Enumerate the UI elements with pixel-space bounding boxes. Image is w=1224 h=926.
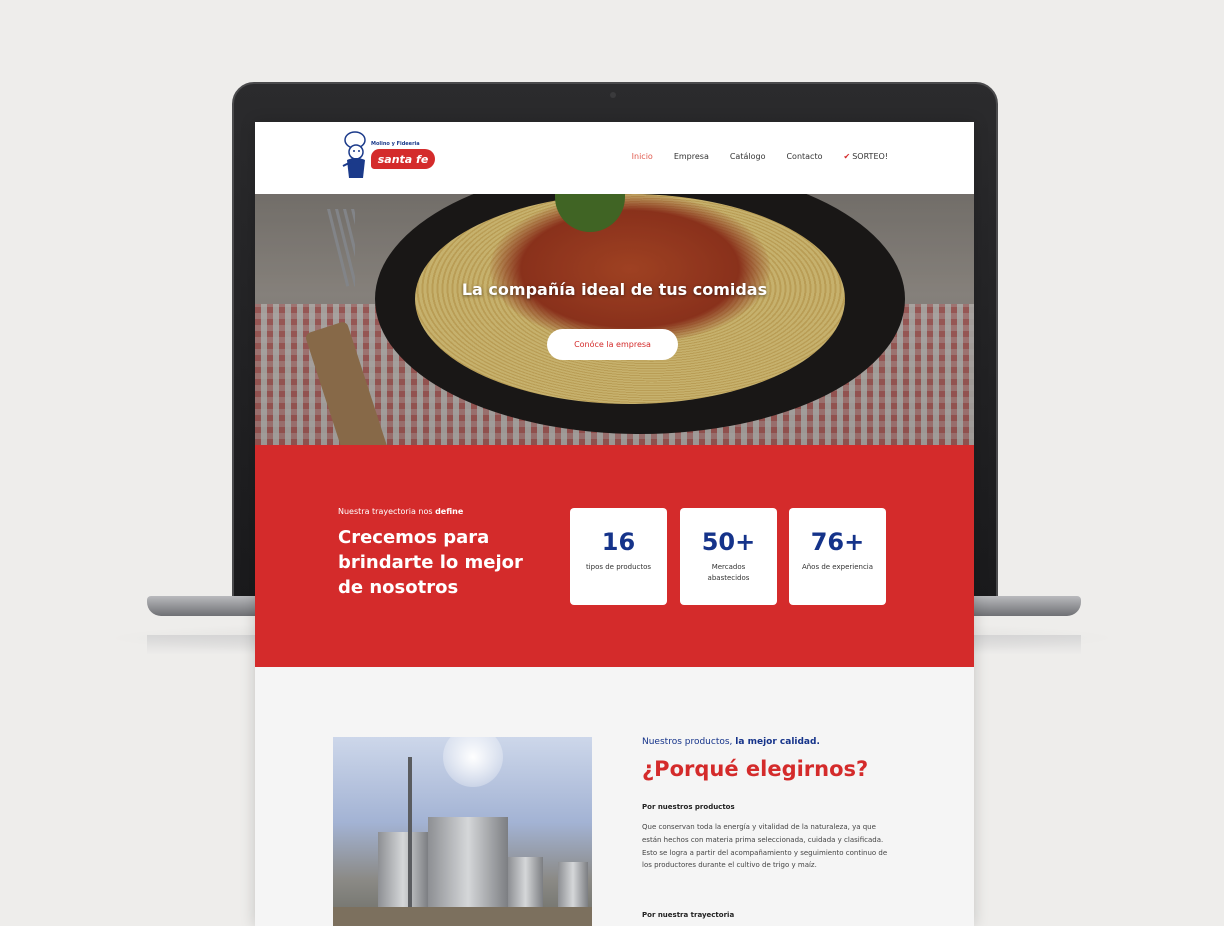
about-eyebrow: Nuestros productos, la mejor calidad. — [642, 737, 820, 747]
stat-label: Mercados abastecidos — [707, 563, 750, 582]
stat-card-productos: 16 tipos de productos — [570, 508, 667, 605]
stats-section: Nuestra trayectoria nos define Crecemos … — [255, 445, 974, 667]
conoce-empresa-button[interactable]: Conóce la empresa — [547, 329, 678, 360]
about-subheading-trayectoria: Por nuestra trayectoria — [642, 911, 735, 919]
chef-mascot-icon — [342, 131, 366, 178]
checkmark-icon: ✔ — [843, 152, 851, 161]
logo-brand-badge: santa fe — [371, 149, 435, 169]
stats-eyebrow-prefix: Nuestra trayectoria nos — [338, 507, 433, 516]
stat-card-mercados: 50+ Mercados abastecidos — [680, 508, 777, 605]
nav-item-catalogo[interactable]: Catálogo — [730, 152, 766, 161]
website-page: Molino y Fideeria santa fe Inicio Empres… — [255, 122, 974, 926]
laptop-camera — [610, 92, 616, 98]
stat-card-experiencia: 76+ Años de experiencia — [789, 508, 886, 605]
nav-item-sorteo-label: SORTEO! — [852, 152, 888, 161]
nav-item-empresa[interactable]: Empresa — [674, 152, 709, 161]
main-nav: Inicio Empresa Catálogo Contacto ✔ SORTEO… — [611, 152, 888, 161]
stat-label: tipos de productos — [585, 563, 652, 571]
about-eyebrow-prefix: Nuestros productos, — [642, 737, 733, 747]
about-title: ¿Porqué elegirnos? — [642, 757, 869, 781]
santa-fe-logo[interactable]: Molino y Fideeria santa fe — [341, 130, 441, 186]
ground — [333, 907, 592, 926]
stat-label: Años de experiencia — [801, 563, 874, 571]
hero-title: La compañía ideal de tus comidas — [461, 280, 768, 299]
nav-item-contacto[interactable]: Contacto — [786, 152, 822, 161]
nav-item-sorteo[interactable]: ✔ SORTEO! — [844, 152, 889, 161]
stats-heading: Crecemos para brindarte lo mejor de noso… — [338, 527, 523, 598]
stats-eyebrow: Nuestra trayectoria nos define — [338, 507, 463, 516]
about-subheading-productos: Por nuestros productos — [642, 803, 735, 811]
hero-section: La compañía ideal de tus comidas Conóce … — [255, 194, 974, 445]
stat-number: 50+ — [701, 528, 756, 556]
site-header: Molino y Fideeria santa fe Inicio Empres… — [255, 122, 974, 194]
nav-item-inicio[interactable]: Inicio — [632, 152, 653, 161]
stat-number: 16 — [601, 528, 636, 556]
silo-photo — [333, 737, 592, 926]
sun-glare — [443, 737, 503, 787]
hero-overlay — [255, 194, 974, 445]
stat-number: 76+ — [810, 528, 865, 556]
about-eyebrow-bold: la mejor calidad. — [735, 737, 820, 747]
about-paragraph: Que conservan toda la energía y vitalida… — [642, 823, 888, 870]
silo-tower — [408, 757, 412, 926]
about-section: Nuestros productos, la mejor calidad. ¿P… — [255, 667, 974, 926]
logo-tagline: Molino y Fideeria — [371, 141, 420, 147]
stats-eyebrow-bold: define — [435, 507, 464, 516]
